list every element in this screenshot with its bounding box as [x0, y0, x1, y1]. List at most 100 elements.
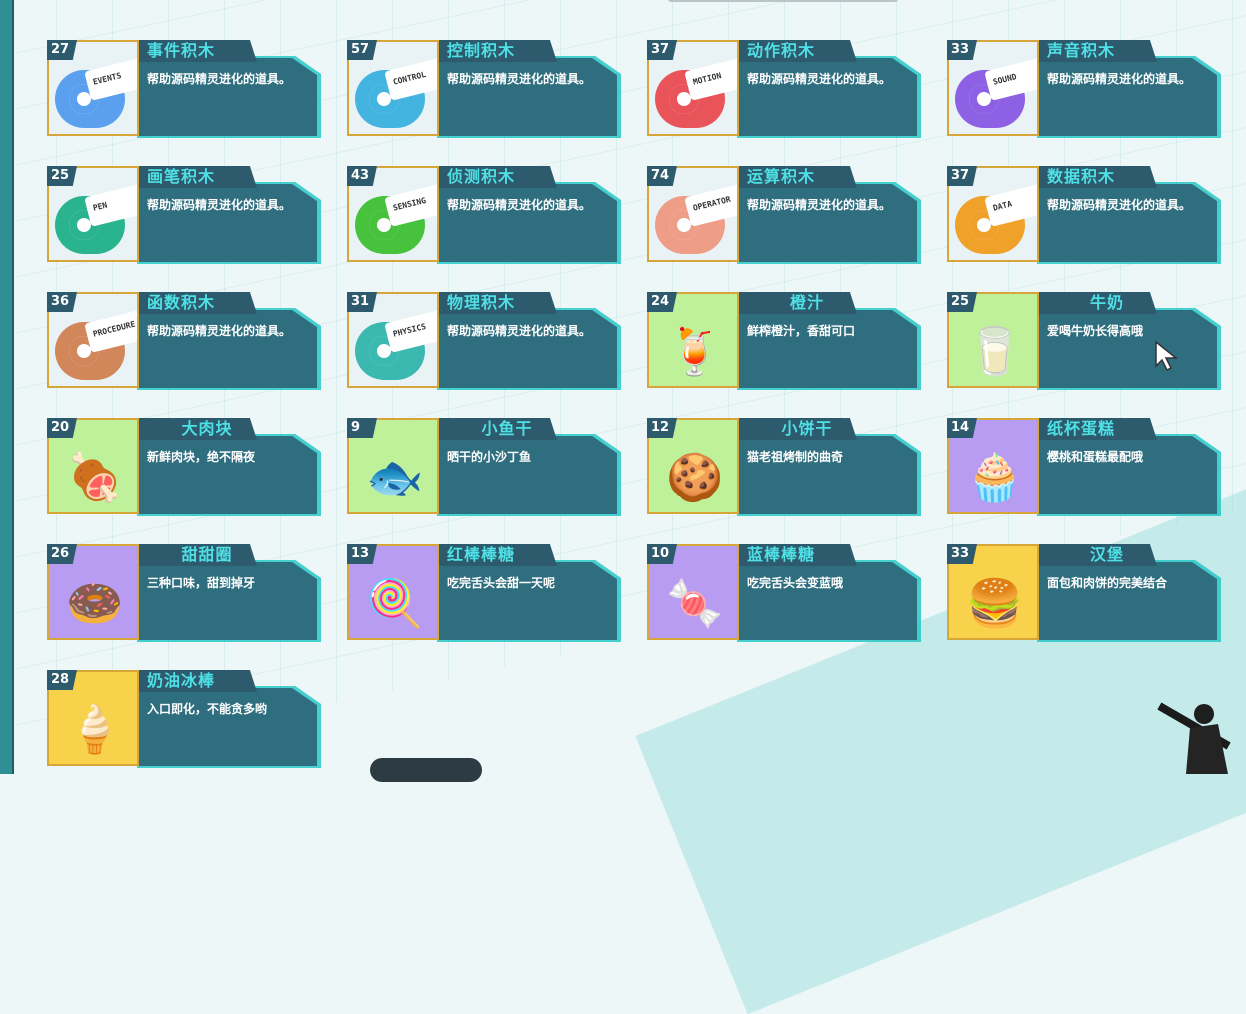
item-description: 三种口味，甜到掉牙	[147, 576, 256, 590]
inventory-card[interactable]: 画笔积木帮助源码精灵进化的道具。 PEN 25	[47, 166, 321, 264]
item-description: 猫老祖烤制的曲奇	[747, 450, 844, 464]
inventory-card[interactable]: 甜甜圈三种口味，甜到掉牙 🍩 26	[47, 544, 321, 642]
block-label-tag: PEN	[84, 183, 137, 227]
item-count: 10	[651, 546, 670, 561]
inventory-card[interactable]: 数据积木帮助源码精灵进化的道具。 DATA 37	[947, 166, 1221, 264]
item-description: 帮助源码精灵进化的道具。	[147, 198, 292, 212]
item-description: 鲜榨橙汁，香甜可口	[747, 324, 856, 338]
item-title: 小饼干	[781, 419, 833, 438]
inventory-card[interactable]: 事件积木帮助源码精灵进化的道具。 EVENTS 27	[47, 40, 321, 138]
item-title: 纸杯蛋糕	[1047, 419, 1116, 438]
soldier-character-icon	[1146, 694, 1246, 774]
inventory-card[interactable]: 物理积木帮助源码精灵进化的道具。 PHYSICS 31	[347, 292, 621, 390]
block-label-tag: OPERATOR	[684, 183, 737, 227]
block-label-tag: CONTROL	[384, 57, 437, 101]
item-count: 37	[651, 42, 670, 57]
item-count: 26	[51, 546, 70, 561]
item-count: 14	[951, 420, 970, 435]
item-count: 27	[51, 42, 70, 57]
inventory-card[interactable]: 蓝棒棒糖吃完舌头会变蓝哦 🍬 10	[647, 544, 921, 642]
item-count: 33	[951, 546, 970, 561]
item-title: 小鱼干	[481, 419, 533, 438]
meat-icon: 🍖	[66, 449, 124, 504]
block-label-tag: DATA	[984, 183, 1037, 227]
item-title: 汉堡	[1089, 545, 1124, 564]
orange-juice-icon: 🍹	[666, 323, 724, 378]
item-title: 声音积木	[1047, 41, 1116, 60]
item-title: 橙汁	[789, 293, 824, 312]
item-description: 新鲜肉块，绝不隔夜	[147, 450, 256, 464]
block-label-tag: EVENTS	[84, 57, 137, 101]
item-count: 13	[351, 546, 370, 561]
item-description: 帮助源码精灵进化的道具。	[447, 324, 592, 338]
item-description: 入口即化，不能贪多哟	[147, 702, 268, 716]
cupcake-icon: 🧁	[966, 449, 1024, 504]
item-title: 运算积木	[747, 167, 816, 186]
inventory-card[interactable]: 纸杯蛋糕 樱桃和蛋糕最配哦 🧁 14	[947, 418, 1221, 516]
item-title: 数据积木	[1047, 167, 1116, 186]
inventory-card[interactable]: 小鱼干晒干的小沙丁鱼 🐟 9	[347, 418, 621, 516]
item-count: 57	[351, 42, 370, 57]
inventory-card[interactable]: 大肉块新鲜肉块，绝不隔夜 🍖 20	[47, 418, 321, 516]
item-title: 甜甜圈	[181, 545, 233, 564]
item-count: 20	[51, 420, 70, 435]
block-label-tag: SOUND	[984, 57, 1037, 101]
item-count: 74	[651, 168, 670, 183]
item-title: 动作积木	[747, 41, 816, 60]
item-description: 帮助源码精灵进化的道具。	[447, 198, 592, 212]
item-title: 奶油冰棒	[147, 671, 216, 690]
item-count: 12	[651, 420, 670, 435]
inventory-card[interactable]: 动作积木 帮助源码精灵进化的道具。 MOTION 37	[647, 40, 921, 138]
item-description: 帮助源码精灵进化的道具。	[447, 72, 592, 86]
item-description: 帮助源码精灵进化的道具。	[147, 72, 292, 86]
item-title: 画笔积木	[147, 167, 216, 186]
item-count: 43	[351, 168, 370, 183]
lollipop-blue-icon: 🍬	[666, 575, 724, 630]
item-count: 25	[51, 168, 70, 183]
milk-carton-icon: 🥛	[966, 323, 1024, 378]
inventory-card[interactable]: 红棒棒糖吃完舌头会甜一天呢 🍭 13	[347, 544, 621, 642]
item-count: 24	[651, 294, 670, 309]
item-description: 面包和肉饼的完美结合	[1047, 576, 1168, 590]
inventory-card[interactable]: 运算积木 帮助源码精灵进化的道具。 OPERATOR 74	[647, 166, 921, 264]
inventory-card[interactable]: 小饼干猫老祖烤制的曲奇 🍪 12	[647, 418, 921, 516]
inventory-card[interactable]: 声音积木 帮助源码精灵进化的道具。 SOUND 33	[947, 40, 1221, 138]
lollipop-red-icon: 🍭	[366, 575, 424, 630]
inventory-card[interactable]: 奶油冰棒入口即化，不能贪多哟 🍦 28	[47, 670, 321, 768]
item-title: 事件积木	[147, 41, 216, 60]
inventory-card[interactable]: 汉堡面包和肉饼的完美结合 🍔 33	[947, 544, 1221, 642]
item-description: 吃完舌头会变蓝哦	[747, 576, 844, 590]
item-description: 帮助源码精灵进化的道具。	[1047, 72, 1192, 86]
cookie-icon: 🍪	[666, 449, 724, 504]
item-title: 蓝棒棒糖	[747, 545, 816, 564]
bottom-button[interactable]	[370, 758, 482, 782]
item-title: 物理积木	[447, 293, 516, 312]
ice-cream-bar-icon: 🍦	[66, 701, 124, 756]
burger-icon: 🍔	[966, 575, 1024, 630]
item-count: 31	[351, 294, 370, 309]
block-label-tag: PROCEDURE	[84, 309, 137, 353]
item-title: 控制积木	[447, 41, 516, 60]
item-title: 大肉块	[181, 419, 233, 438]
block-label-tag: SENSING	[384, 183, 437, 227]
inventory-card[interactable]: 控制积木帮助源码精灵进化的道具。 CONTROL 57	[347, 40, 621, 138]
fish-icon: 🐟	[366, 449, 424, 504]
inventory-card[interactable]: 函数积木 帮助源码精灵进化的道具。 PROCEDURE 36	[47, 292, 321, 390]
donut-icon: 🍩	[66, 575, 124, 630]
item-count: 37	[951, 168, 970, 183]
block-label-tag: PHYSICS	[384, 309, 437, 353]
inventory-card[interactable]: 侦测积木帮助源码精灵进化的道具。 SENSING 43	[347, 166, 621, 264]
item-count: 25	[951, 294, 970, 309]
item-title: 牛奶	[1089, 293, 1124, 312]
item-description: 晒干的小沙丁鱼	[447, 450, 532, 464]
item-title: 红棒棒糖	[447, 545, 516, 564]
item-count: 9	[351, 420, 361, 435]
block-label-tag: MOTION	[684, 57, 737, 101]
item-description: 帮助源码精灵进化的道具。	[1047, 198, 1192, 212]
item-count: 36	[51, 294, 70, 309]
item-title: 侦测积木	[447, 167, 516, 186]
item-count: 28	[51, 672, 70, 687]
item-description: 吃完舌头会甜一天呢	[447, 576, 556, 590]
inventory-card[interactable]: 橙汁鲜榨橙汁，香甜可口 🍹 24	[647, 292, 921, 390]
item-title: 函数积木	[147, 293, 216, 312]
